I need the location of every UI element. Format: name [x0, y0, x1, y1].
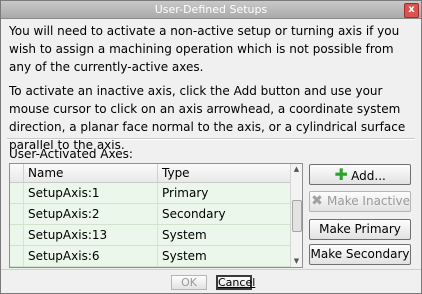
row-marker [10, 183, 24, 203]
footer-divider [1, 269, 421, 270]
table-row[interactable]: SetupAxis:6 System [10, 246, 292, 267]
row-name: SetupAxis:2 [24, 204, 158, 224]
user-defined-setups-dialog: User-Defined Setups x You will need to a… [0, 0, 422, 294]
close-button[interactable]: x [404, 3, 419, 18]
row-type: Primary [162, 186, 209, 200]
list-label: User-Activated Axes: [9, 147, 133, 161]
row-name: SetupAxis:13 [24, 225, 158, 245]
table-row[interactable]: SetupAxis:2 Secondary [10, 204, 292, 225]
add-button-label: Add... [351, 169, 386, 183]
row-name: SetupAxis:1 [24, 183, 158, 203]
cancel-button[interactable]: Cancel [216, 275, 256, 290]
dialog-title: User-Defined Setups [154, 3, 268, 16]
make-secondary-button[interactable]: Make Secondary [309, 244, 411, 265]
row-name: SetupAxis:6 [24, 246, 158, 266]
axes-list[interactable]: Name Type SetupAxis:1 Primary SetupAxis:… [9, 163, 303, 268]
scroll-thumb[interactable] [292, 200, 302, 232]
instruction-paragraph-1: You will need to activate a non-active s… [9, 24, 400, 74]
make-primary-button[interactable]: Make Primary [309, 219, 411, 240]
scroll-down-icon[interactable]: ▼ [291, 256, 302, 267]
ok-button[interactable]: OK [171, 275, 207, 290]
make-inactive-button-label: Make Inactive [327, 194, 411, 208]
divider [7, 138, 415, 140]
row-marker [10, 225, 24, 245]
table-row[interactable]: SetupAxis:1 Primary [10, 183, 292, 204]
x-icon: ✖ [311, 193, 323, 209]
make-inactive-button[interactable]: ✖ Make Inactive [309, 191, 411, 212]
list-header: Name Type [10, 164, 292, 183]
list-scrollbar[interactable]: ▲ ▼ [290, 164, 302, 267]
column-header-name[interactable]: Name [24, 164, 158, 182]
scroll-up-icon[interactable]: ▲ [291, 164, 302, 175]
title-bar[interactable]: User-Defined Setups x [1, 1, 421, 19]
cancel-button-label: Cancel [218, 276, 256, 289]
row-type: System [162, 249, 207, 263]
column-header-type[interactable]: Type [158, 164, 292, 182]
row-marker [10, 246, 24, 266]
row-marker [10, 204, 24, 224]
instruction-paragraph-2: To activate an inactive axis, click the … [9, 84, 406, 152]
row-type: System [162, 228, 207, 242]
column-header-marker[interactable] [10, 164, 24, 182]
table-row[interactable]: SetupAxis:13 System [10, 225, 292, 246]
plus-icon: ✚ [334, 165, 348, 184]
row-type: Secondary [162, 207, 226, 221]
add-button[interactable]: ✚ Add... [309, 164, 411, 185]
